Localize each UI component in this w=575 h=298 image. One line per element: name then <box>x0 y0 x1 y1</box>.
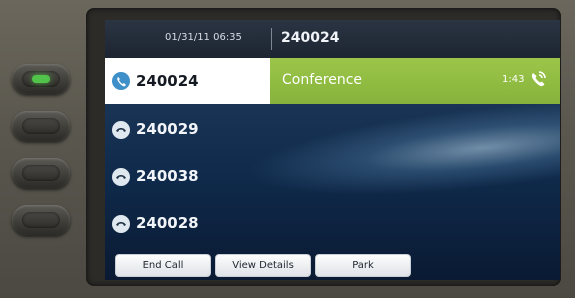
park-button[interactable]: Park <box>315 254 411 277</box>
phone-device-frame: 01/31/11 06:35 240024 240024 Conference … <box>0 0 575 298</box>
line-key-4-surface <box>22 212 60 228</box>
line-row-2[interactable]: 240029 <box>105 110 560 150</box>
line-key-4[interactable] <box>12 205 70 235</box>
conference-call-icon <box>528 69 550 91</box>
line-key-1-led <box>32 75 50 83</box>
line-row-1[interactable]: 240024 Conference 1:43 <box>105 58 560 104</box>
session-timer: 1:43 <box>502 74 525 85</box>
session-label: Conference <box>282 72 363 88</box>
line-3-number: 240038 <box>136 167 199 185</box>
handset-icon <box>112 121 130 139</box>
line-key-3-surface <box>22 165 60 181</box>
end-call-button[interactable]: End Call <box>115 254 211 277</box>
status-bar: 01/31/11 06:35 240024 <box>105 20 560 59</box>
status-datetime: 01/31/11 06:35 <box>165 32 242 43</box>
phone-screen: 01/31/11 06:35 240024 240024 Conference … <box>105 20 560 280</box>
line-key-2[interactable] <box>12 111 70 141</box>
status-divider <box>271 28 272 50</box>
line-row-3[interactable]: 240038 <box>105 157 560 197</box>
phone-active-icon <box>112 72 130 90</box>
handset-icon <box>112 168 130 186</box>
softkey-bar: End Call View Details Park <box>105 254 560 280</box>
line-key-3[interactable] <box>12 158 70 188</box>
handset-icon <box>112 215 130 233</box>
view-details-button[interactable]: View Details <box>215 254 311 277</box>
line-1-selected[interactable]: 240024 <box>105 58 270 104</box>
line-key-2-surface <box>22 118 60 134</box>
line-1-number: 240024 <box>136 72 199 90</box>
status-line-number: 240024 <box>281 30 340 46</box>
line-2-number: 240029 <box>136 120 199 138</box>
line-4-number: 240028 <box>136 214 199 232</box>
active-conference-session[interactable]: Conference 1:43 <box>270 58 560 104</box>
line-row-4[interactable]: 240028 <box>105 204 560 244</box>
line-key-1[interactable] <box>12 64 70 94</box>
